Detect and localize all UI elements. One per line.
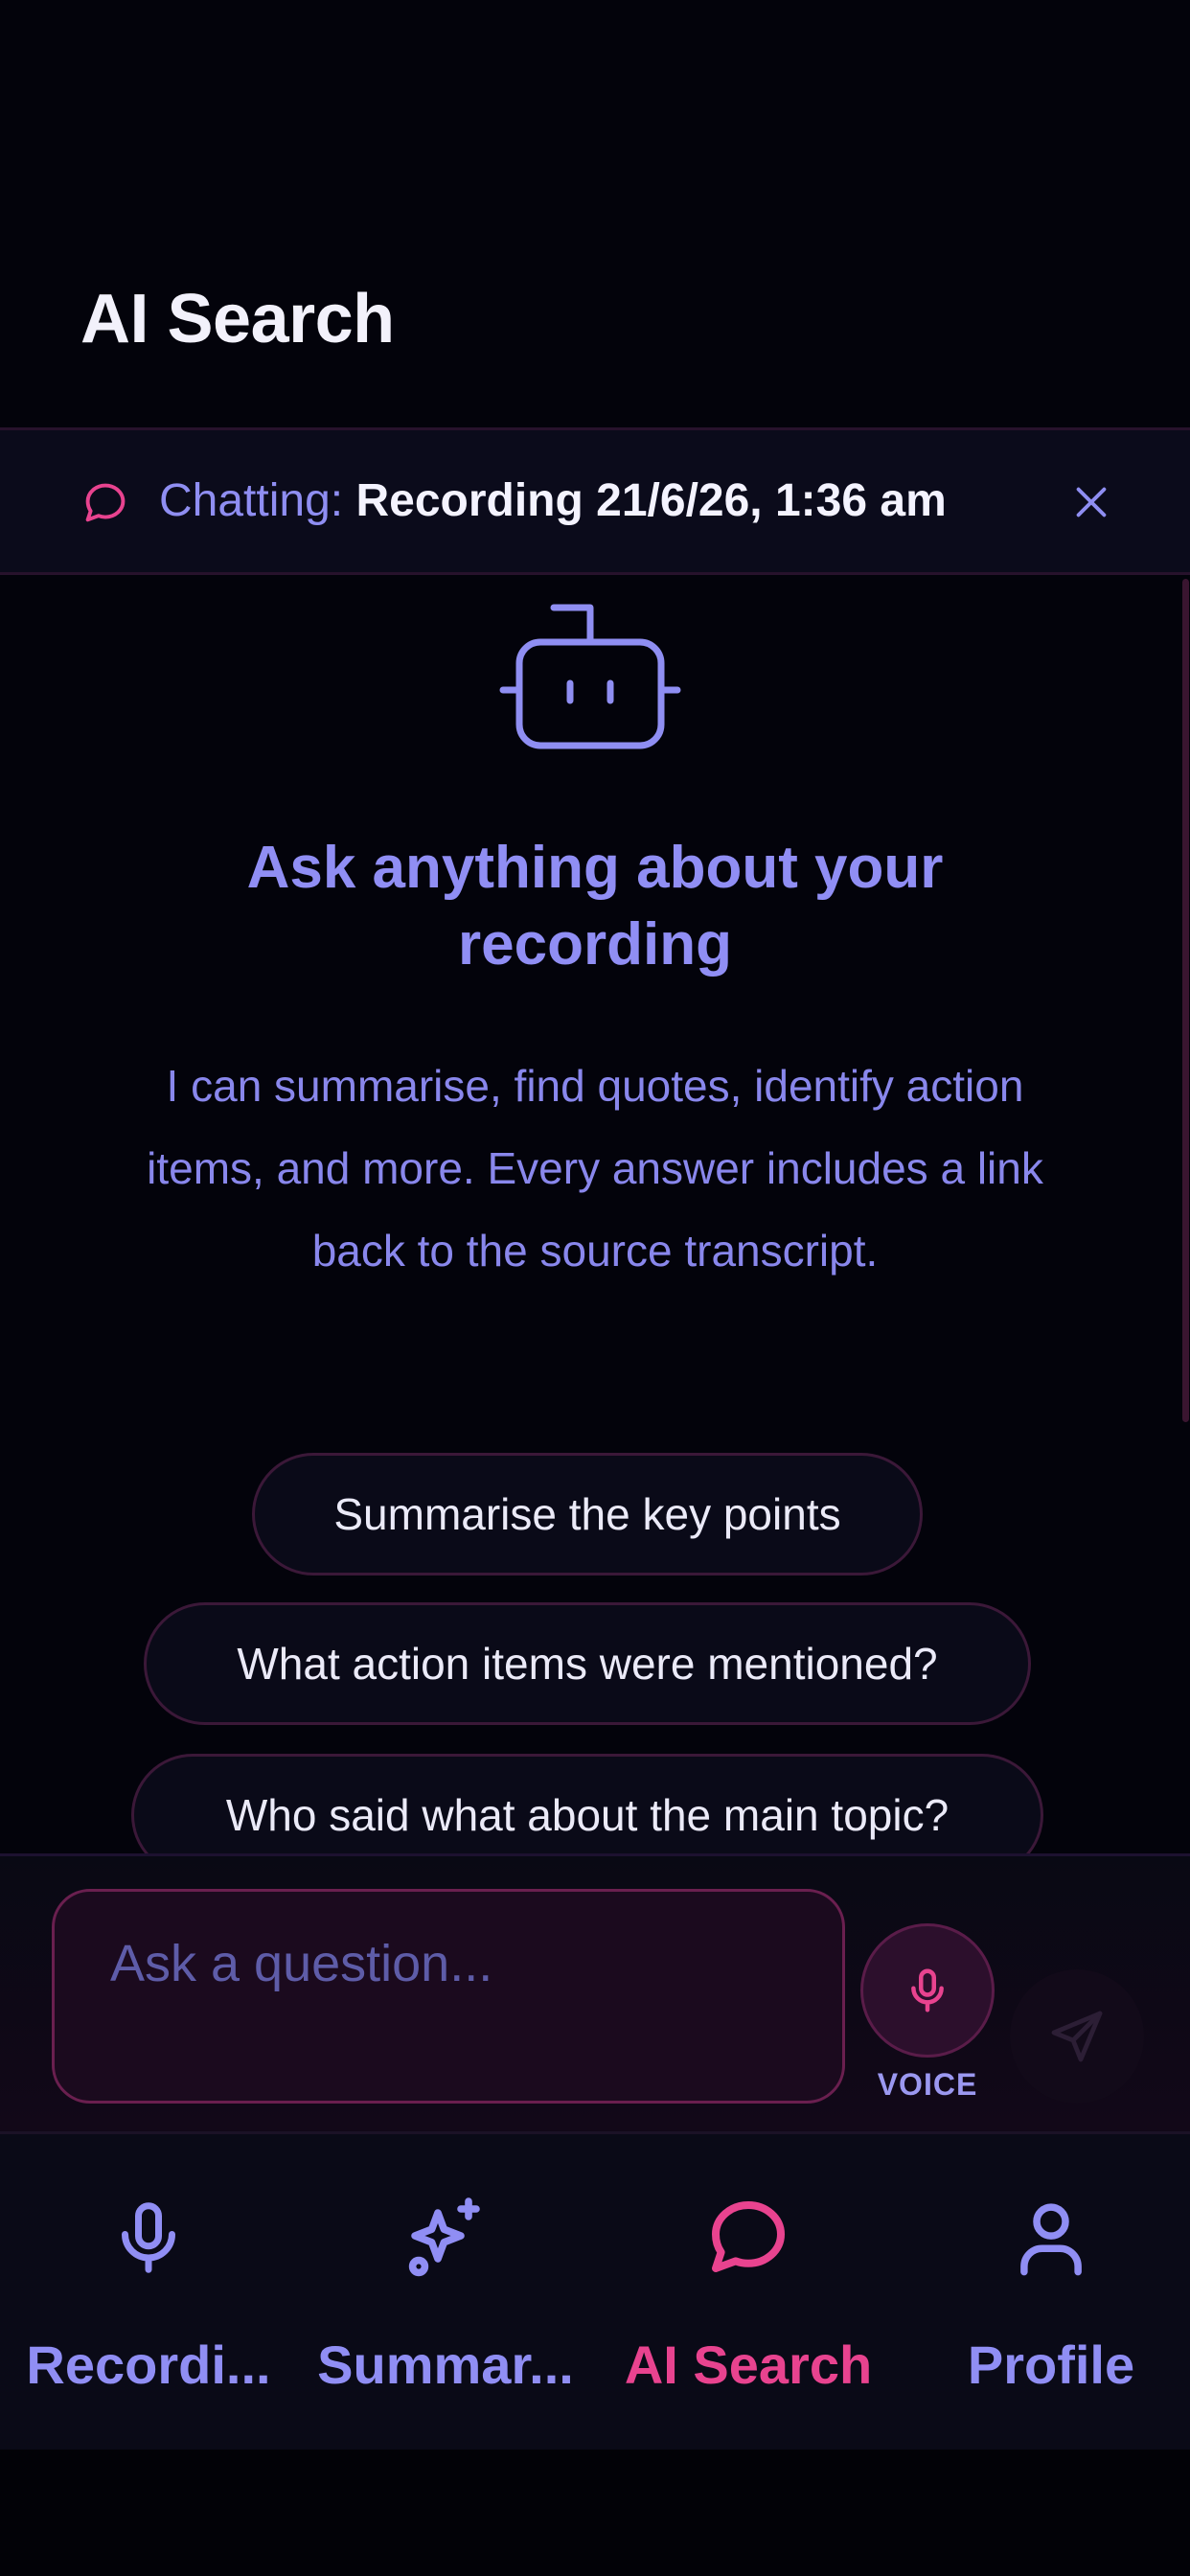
- send-button[interactable]: [1010, 1969, 1144, 2104]
- nav-item-recordings[interactable]: Recordi...: [0, 2192, 297, 2395]
- question-input[interactable]: [52, 1889, 845, 2104]
- context-recording-title: Recording 21/6/26, 1:36 am: [355, 475, 947, 526]
- microphone-icon: [122, 2202, 175, 2273]
- user-icon: [1020, 2203, 1082, 2276]
- system-gesture-area: [0, 2450, 1190, 2576]
- chat-bubble-icon: [85, 483, 126, 522]
- voice-label: VOICE: [877, 2067, 978, 2102]
- scrollbar[interactable]: [1182, 579, 1189, 1422]
- close-icon[interactable]: [1069, 480, 1113, 524]
- empty-state-description: I can summarise, find quotes, identify a…: [147, 1061, 1043, 1276]
- nav-label-summaries: Summar...: [317, 2334, 574, 2395]
- nav-item-profile[interactable]: Profile: [903, 2192, 1190, 2395]
- chat-bubble-icon: [712, 2201, 785, 2272]
- bottom-nav: Recordi... Summar... AI Search Profile: [0, 2131, 1190, 2450]
- nav-label-recordings: Recordi...: [26, 2334, 271, 2395]
- suggestion-chip-summarise[interactable]: Summarise the key points: [252, 1453, 923, 1576]
- sparkles-icon: [408, 2197, 480, 2277]
- nav-item-summaries[interactable]: Summar...: [297, 2192, 594, 2395]
- nav-item-ai-search[interactable]: AI Search: [600, 2192, 897, 2395]
- page-title: AI Search: [80, 281, 395, 357]
- nav-label-profile: Profile: [967, 2334, 1135, 2395]
- context-prefix: Chatting:: [159, 475, 344, 526]
- composer: VOICE: [0, 1853, 1190, 2131]
- voice-button[interactable]: [860, 1923, 995, 2058]
- microphone-icon: [911, 1968, 944, 2012]
- bot-icon: [499, 604, 681, 749]
- suggestion-chip-action-items[interactable]: What action items were mentioned?: [144, 1602, 1031, 1725]
- chat-context-text: Chatting: Recording 21/6/26, 1:36 am: [159, 474, 947, 527]
- nav-label-ai-search: AI Search: [624, 2334, 873, 2395]
- chat-context-bar: Chatting: Recording 21/6/26, 1:36 am: [0, 427, 1190, 575]
- ai-search-screen: AI Search Chatting: Recording 21/6/26, 1…: [0, 0, 1190, 2576]
- empty-state-heading: Ask anything about your recording: [246, 835, 944, 978]
- send-icon: [1051, 2011, 1103, 2062]
